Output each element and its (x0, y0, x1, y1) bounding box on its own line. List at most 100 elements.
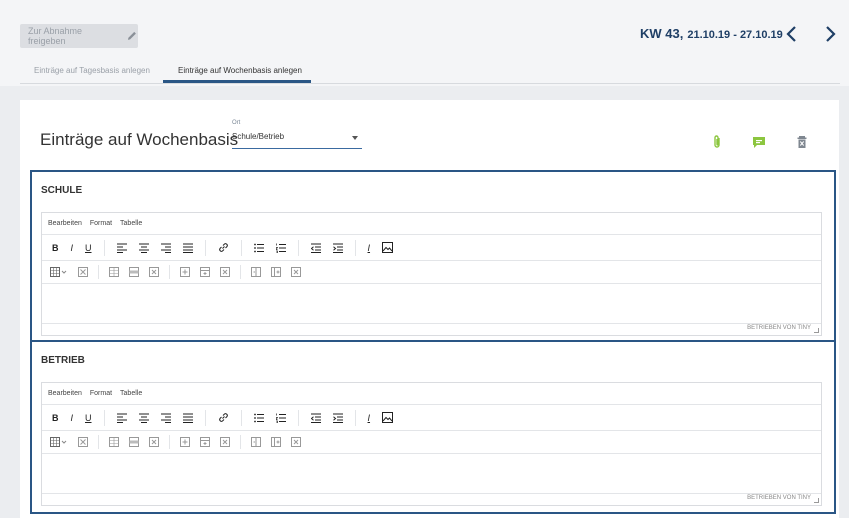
menu-edit[interactable]: Bearbeiten (48, 390, 82, 397)
col-insert-before-icon[interactable] (251, 437, 261, 447)
table-toolbar (42, 431, 821, 454)
link-icon[interactable] (218, 242, 229, 253)
align-center-icon[interactable] (138, 243, 149, 253)
toolbar-separator (240, 239, 242, 256)
comment-icon[interactable] (751, 134, 767, 150)
table-delete-icon[interactable] (78, 437, 88, 447)
align-left-icon[interactable] (116, 243, 127, 253)
tab-divider (20, 83, 840, 84)
toolbar-separator (297, 409, 299, 426)
toolbar-separator (204, 239, 206, 256)
editor-toolbar: B I U I (42, 405, 821, 431)
bullet-list-icon[interactable] (253, 243, 264, 253)
editor-toolbar: B I U I (42, 235, 821, 261)
toolbar-separator (240, 435, 241, 449)
rich-text-editor: Bearbeiten Format Tabelle B I U I BETRIE… (41, 212, 822, 336)
powered-by-label[interactable]: BETRIEBEN VON TINY (747, 325, 811, 331)
row-insert-before-icon[interactable] (180, 267, 190, 277)
weekly-entry-card: Einträge auf Wochenbasis Ort Schule/Betr… (20, 100, 839, 518)
indent-icon[interactable] (332, 413, 343, 423)
image-icon[interactable] (382, 242, 394, 253)
align-justify-icon[interactable] (182, 413, 193, 423)
link-icon[interactable] (218, 412, 229, 423)
menu-format[interactable]: Format (90, 220, 112, 227)
underline-button[interactable]: U (85, 413, 92, 423)
table-insert-icon[interactable] (50, 437, 68, 447)
table-cell-icon[interactable] (149, 267, 159, 277)
paperclip-icon[interactable] (709, 134, 725, 150)
toolbar-separator (240, 265, 241, 279)
row-delete-icon[interactable] (220, 267, 230, 277)
toolbar-separator (103, 239, 105, 256)
bold-button[interactable]: B (52, 243, 59, 253)
align-left-icon[interactable] (116, 413, 127, 423)
image-icon[interactable] (382, 412, 394, 423)
editor-statusbar: BETRIEBEN VON TINY (42, 494, 821, 505)
col-delete-icon[interactable] (291, 437, 301, 447)
table-props-icon[interactable] (109, 437, 119, 447)
approve-label: Zur Abnahme freigeben (28, 26, 83, 46)
section-title: BETRIEB (41, 355, 85, 366)
section-schule: SCHULE Bearbeiten Format Tabelle B I U I… (30, 170, 836, 342)
numbered-list-icon[interactable] (275, 243, 286, 253)
editor-menubar: Bearbeiten Format Tabelle (42, 213, 821, 235)
editor-menubar: Bearbeiten Format Tabelle (42, 383, 821, 405)
toolbar-separator (98, 435, 99, 449)
row-delete-icon[interactable] (220, 437, 230, 447)
bullet-list-icon[interactable] (253, 413, 264, 423)
menu-table[interactable]: Tabelle (120, 390, 142, 397)
resize-handle-icon[interactable] (814, 498, 819, 503)
italic-button[interactable]: I (71, 413, 74, 423)
align-right-icon[interactable] (160, 413, 171, 423)
toolbar-separator (98, 265, 99, 279)
clear-format-button[interactable]: I (368, 413, 371, 423)
bold-button[interactable]: B (52, 413, 59, 423)
ort-select[interactable]: Schule/Betrieb (232, 132, 362, 149)
toolbar-separator (240, 409, 242, 426)
align-center-icon[interactable] (138, 413, 149, 423)
editor-content-area[interactable] (42, 284, 821, 324)
align-justify-icon[interactable] (182, 243, 193, 253)
table-row-icon[interactable] (129, 437, 139, 447)
outdent-icon[interactable] (310, 243, 321, 253)
trash-icon[interactable] (794, 134, 810, 150)
italic-button[interactable]: I (71, 243, 74, 253)
previous-week-icon[interactable] (782, 24, 802, 44)
clear-format-button[interactable]: I (368, 243, 371, 253)
next-week-icon[interactable] (820, 24, 840, 44)
col-delete-icon[interactable] (291, 267, 301, 277)
editor-content-area[interactable] (42, 454, 821, 494)
menu-table[interactable]: Tabelle (120, 220, 142, 227)
table-insert-icon[interactable] (50, 267, 68, 277)
ort-value: Schule/Betrieb (232, 132, 285, 141)
col-insert-after-icon[interactable] (271, 267, 281, 277)
outdent-icon[interactable] (310, 413, 321, 423)
pencil-icon (128, 31, 137, 40)
toolbar-separator (169, 435, 170, 449)
toolbar-separator (204, 409, 206, 426)
col-insert-before-icon[interactable] (251, 267, 261, 277)
table-row-icon[interactable] (129, 267, 139, 277)
table-delete-icon[interactable] (78, 267, 88, 277)
tab-daily-entries[interactable]: Einträge auf Tagesbasis anlegen (34, 66, 150, 75)
resize-handle-icon[interactable] (814, 328, 819, 333)
underline-button[interactable]: U (85, 243, 92, 253)
toolbar-separator (354, 239, 356, 256)
indent-icon[interactable] (332, 243, 343, 253)
toolbar-separator (297, 239, 299, 256)
menu-edit[interactable]: Bearbeiten (48, 220, 82, 227)
row-insert-after-icon[interactable] (200, 267, 210, 277)
row-insert-after-icon[interactable] (200, 437, 210, 447)
table-cell-icon[interactable] (149, 437, 159, 447)
numbered-list-icon[interactable] (275, 413, 286, 423)
powered-by-label[interactable]: BETRIEBEN VON TINY (747, 495, 811, 501)
col-insert-after-icon[interactable] (271, 437, 281, 447)
section-title: SCHULE (41, 185, 83, 196)
week-number: KW 43, (640, 26, 684, 41)
row-insert-before-icon[interactable] (180, 437, 190, 447)
table-props-icon[interactable] (109, 267, 119, 277)
menu-format[interactable]: Format (90, 390, 112, 397)
align-right-icon[interactable] (160, 243, 171, 253)
tab-weekly-entries[interactable]: Einträge auf Wochenbasis anlegen (178, 66, 302, 75)
approve-button[interactable]: Zur Abnahme freigeben (20, 24, 138, 48)
